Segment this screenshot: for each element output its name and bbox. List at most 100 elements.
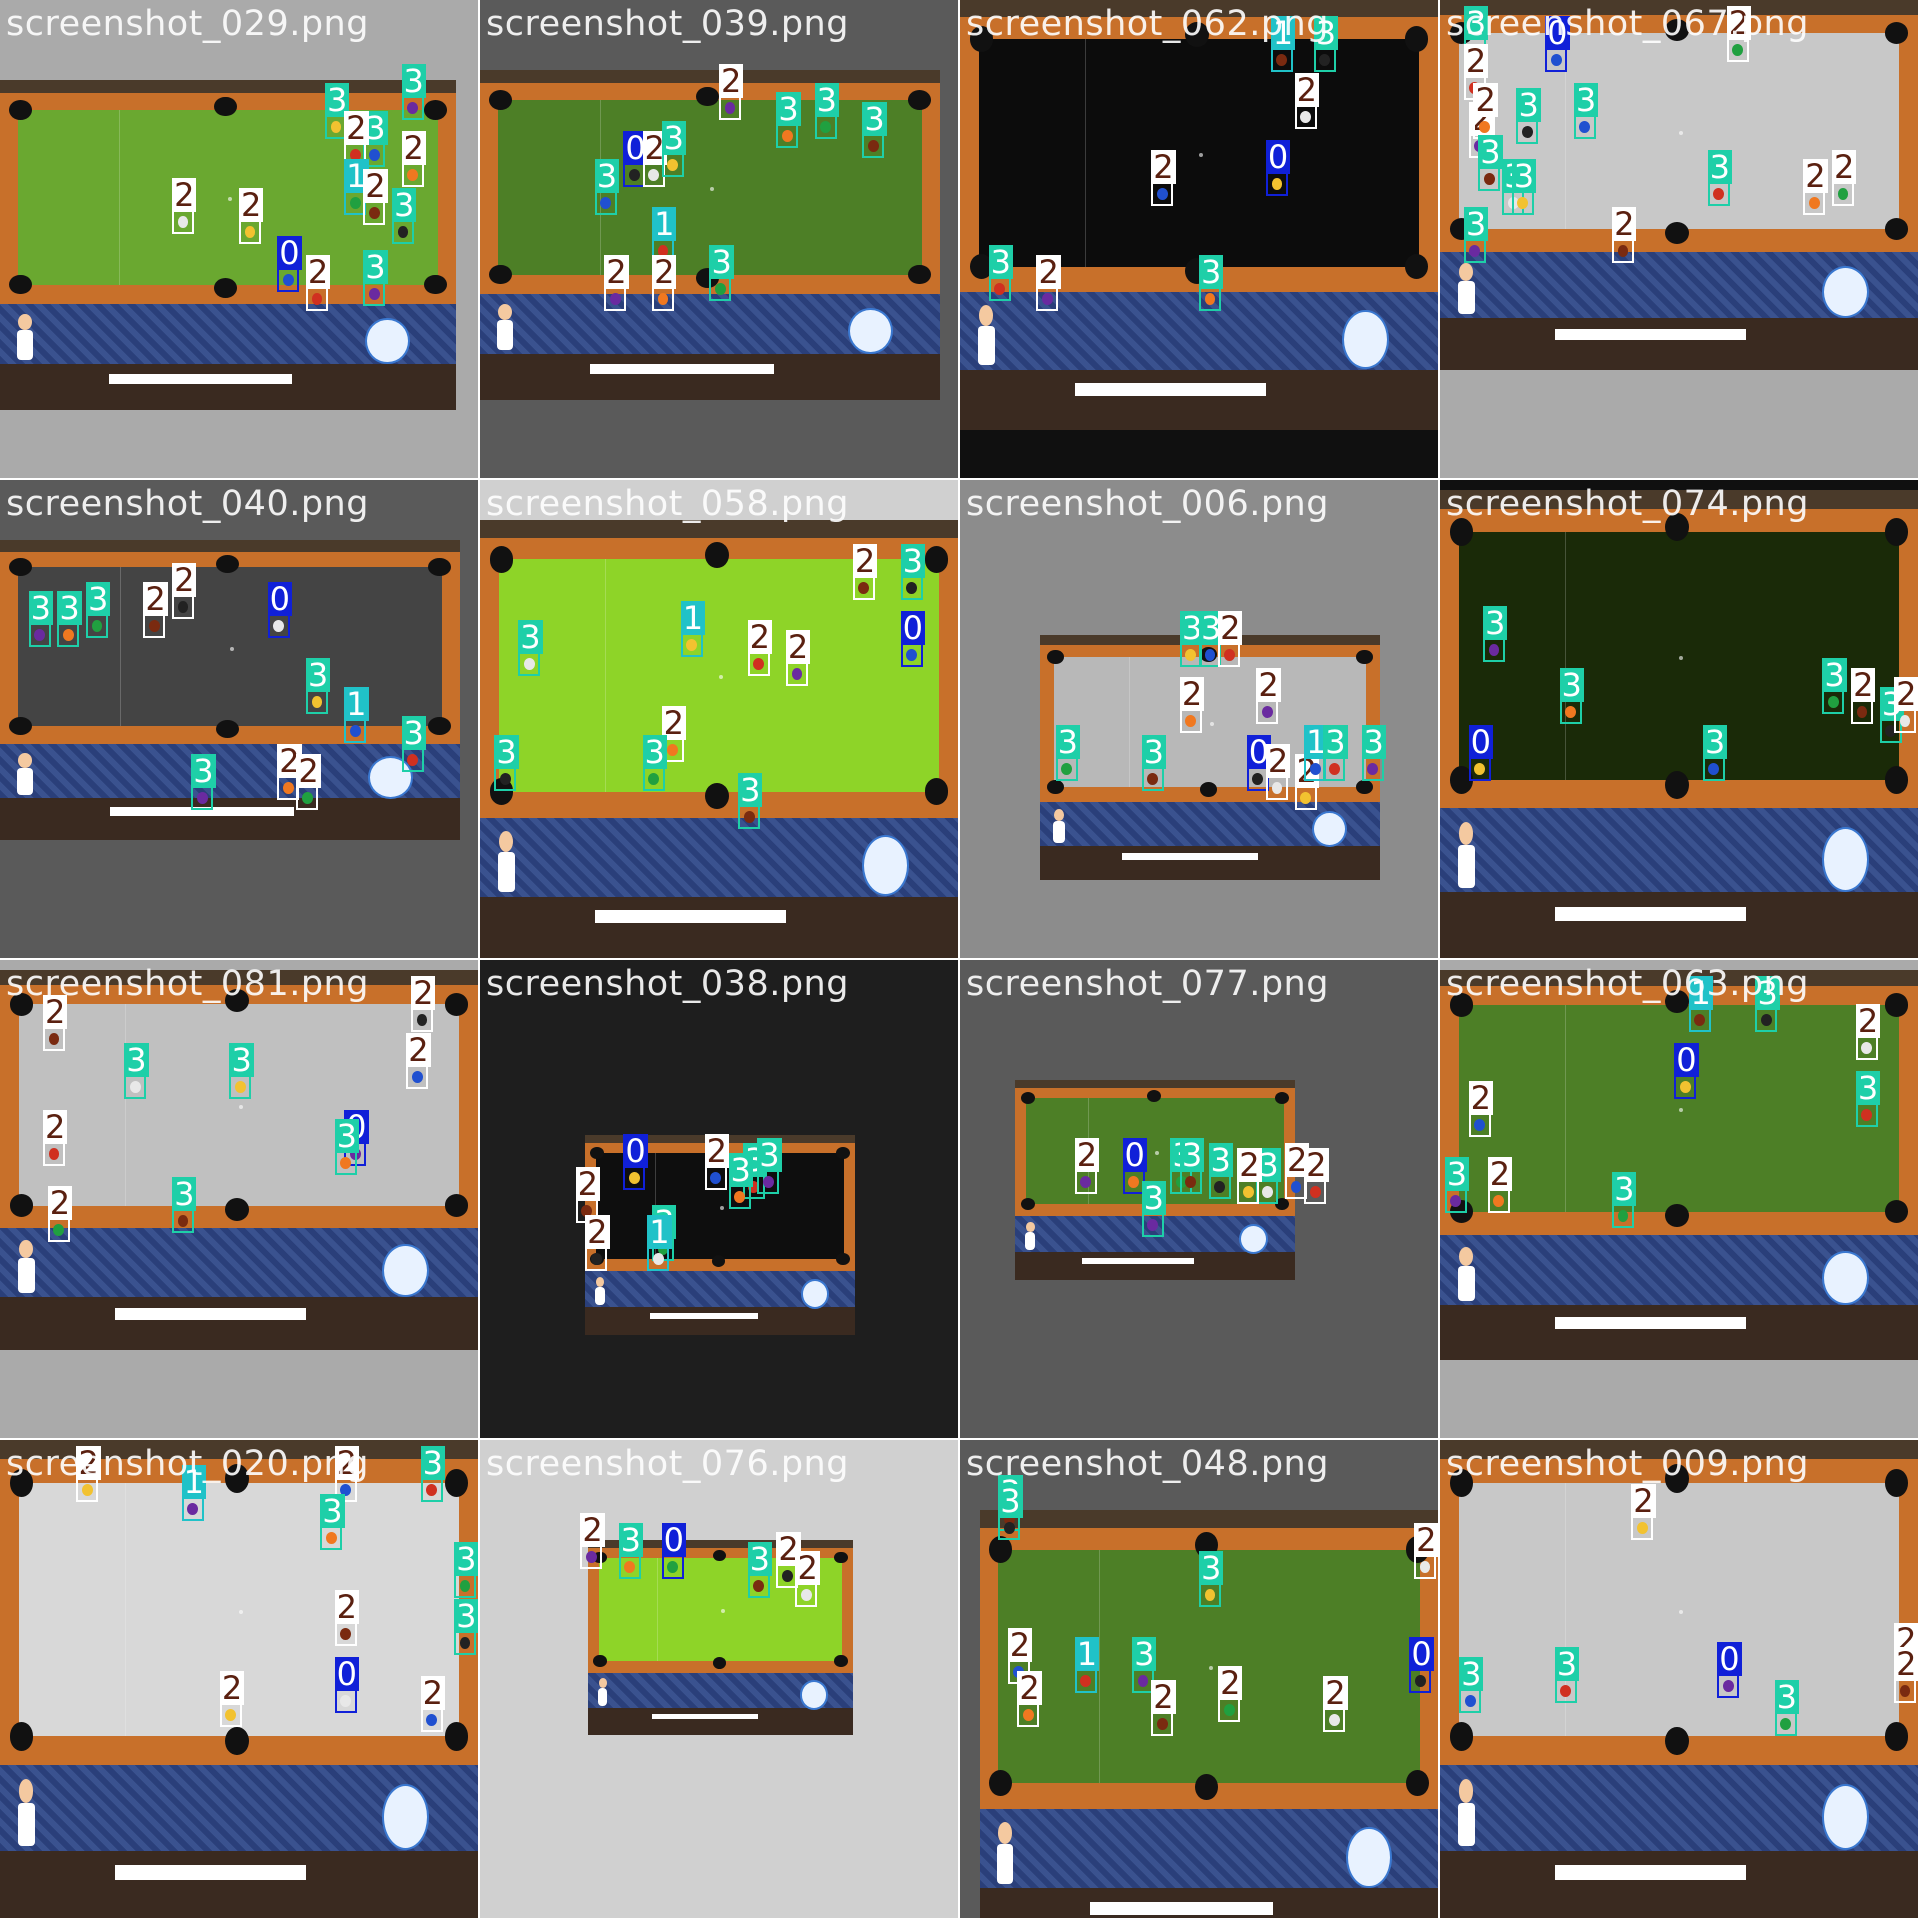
chat-input[interactable] xyxy=(590,363,775,374)
ball xyxy=(62,629,74,642)
detection-label: 2 xyxy=(363,166,388,205)
detection-box: 0 xyxy=(277,235,302,292)
head-string xyxy=(1564,532,1566,781)
detection-box: 3 xyxy=(454,1599,478,1656)
pocket xyxy=(712,1549,726,1562)
chat-input[interactable] xyxy=(1074,382,1266,396)
detection-label: 3 xyxy=(738,771,763,810)
ball xyxy=(1185,715,1197,728)
detection-box: 0 xyxy=(1468,725,1494,782)
pocket xyxy=(444,992,469,1016)
detection-label: 0 xyxy=(1674,1040,1699,1079)
table-felt xyxy=(979,38,1419,267)
ball xyxy=(657,292,669,305)
tile-filename: screenshot_074.png xyxy=(1446,484,1809,524)
center-spot xyxy=(239,1104,243,1109)
head-string xyxy=(657,1557,659,1661)
mosaic-tile: screenshot_006.png 3 3 2 2 2 3 3 0 2 2 1 3 3 xyxy=(960,480,1438,958)
detection-label: 2 xyxy=(1473,80,1498,119)
detection-label: 2 xyxy=(1414,1520,1438,1559)
detection-box: 3 xyxy=(1313,15,1339,72)
detection-label: 3 xyxy=(401,61,426,100)
ball xyxy=(1732,44,1744,57)
ball xyxy=(129,1080,141,1093)
ball xyxy=(667,1560,679,1573)
detection-box: 2 xyxy=(795,1551,820,1608)
ball xyxy=(1617,1209,1629,1222)
ball xyxy=(1450,1195,1462,1208)
chat-input[interactable] xyxy=(114,1308,306,1320)
player-avatar xyxy=(1050,808,1067,844)
detection-label: 2 xyxy=(604,252,629,291)
tile-filename: screenshot_006.png xyxy=(966,484,1329,524)
detection-box: 3 xyxy=(124,1042,149,1099)
head-string xyxy=(124,1483,126,1737)
chat-input[interactable] xyxy=(109,373,292,384)
detection-label: 2 xyxy=(43,1107,68,1146)
detection-label: 0 xyxy=(623,1131,648,1170)
detection-box: 3 xyxy=(900,543,925,600)
ball xyxy=(1550,53,1562,66)
ball xyxy=(244,225,256,238)
pocket xyxy=(836,1147,850,1159)
ball xyxy=(196,791,208,804)
detection-box: 2 xyxy=(43,994,68,1051)
ball xyxy=(906,648,918,661)
ball xyxy=(459,1637,471,1650)
detection-label: 3 xyxy=(709,243,734,282)
chat-input[interactable] xyxy=(114,1865,306,1880)
detection-box: 2 xyxy=(239,187,264,244)
power-gauge-icon[interactable] xyxy=(1822,826,1870,892)
power-gauge-icon[interactable] xyxy=(382,1243,430,1297)
ball xyxy=(407,168,418,181)
power-gauge-icon[interactable] xyxy=(364,317,410,365)
ball xyxy=(282,273,294,286)
chat-input[interactable] xyxy=(1554,1317,1746,1329)
pocket xyxy=(1199,782,1217,797)
chat-input[interactable] xyxy=(1089,1901,1274,1915)
detection-label: 3 xyxy=(401,713,426,752)
detection-label: 3 xyxy=(391,185,417,224)
pocket xyxy=(1664,1204,1689,1228)
control-bar xyxy=(0,363,456,410)
ball xyxy=(273,619,285,632)
chat-input[interactable] xyxy=(1121,853,1258,861)
detection-label: 3 xyxy=(1774,1678,1799,1717)
detection-box: 3 xyxy=(709,245,734,302)
detection-label: 2 xyxy=(785,627,811,666)
power-gauge-icon[interactable] xyxy=(1312,811,1347,848)
detection-label: 3 xyxy=(814,80,839,119)
detection-box: 3 xyxy=(391,187,417,244)
ball xyxy=(1137,1675,1149,1688)
chat-input[interactable] xyxy=(649,1313,758,1319)
detection-label: 1 xyxy=(647,1212,672,1251)
power-gauge-icon[interactable] xyxy=(1346,1826,1392,1888)
pocket xyxy=(834,1655,848,1667)
ball xyxy=(820,120,831,133)
chat-input[interactable] xyxy=(594,909,786,923)
ball xyxy=(858,581,870,594)
power-gauge-icon[interactable] xyxy=(800,1680,828,1710)
detection-box: 2 xyxy=(47,1186,73,1243)
detection-box: 2 xyxy=(420,1675,445,1732)
ball xyxy=(411,1071,423,1084)
detection-box: 2 xyxy=(747,620,773,677)
detection-label: 2 xyxy=(1179,675,1205,714)
detection-box: 3 xyxy=(494,734,519,791)
chat-input[interactable] xyxy=(651,1713,758,1720)
detection-label: 3 xyxy=(988,243,1014,282)
detection-label: 3 xyxy=(1707,147,1733,186)
chat-input[interactable] xyxy=(1554,906,1746,921)
chat-input[interactable] xyxy=(1554,1865,1746,1880)
chat-input[interactable] xyxy=(1082,1258,1195,1264)
player-avatar xyxy=(14,1239,38,1293)
detection-label: 3 xyxy=(1573,80,1599,119)
ball xyxy=(235,1080,246,1093)
detection-label: 2 xyxy=(47,1184,73,1223)
chat-input[interactable] xyxy=(1554,329,1746,341)
detection-label: 3 xyxy=(1055,723,1080,762)
ball xyxy=(1261,1185,1273,1198)
power-gauge-icon[interactable] xyxy=(1239,1224,1269,1254)
ball xyxy=(1899,715,1911,728)
ball xyxy=(762,1176,774,1189)
